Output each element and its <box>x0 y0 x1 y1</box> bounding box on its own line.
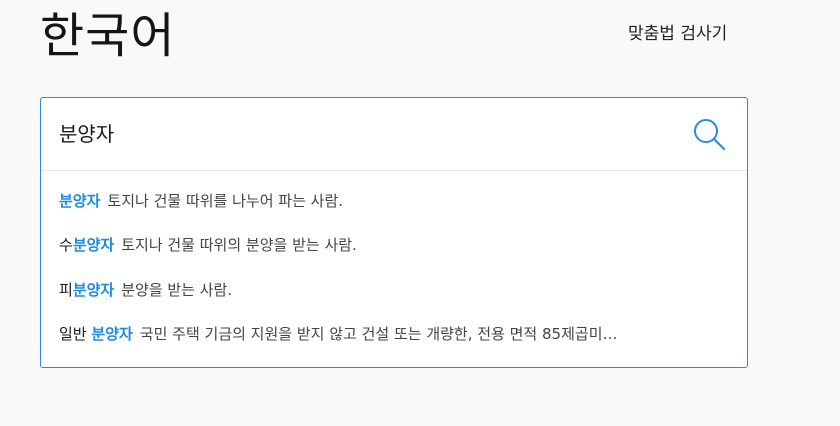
search-button[interactable] <box>691 116 727 152</box>
search-row <box>41 98 747 171</box>
suggestion-highlight: 분양자 <box>91 325 133 343</box>
suggestion-item[interactable]: 수분양자 토지나 건물 따위의 분양을 받는 사람. <box>41 223 747 268</box>
suggestion-prefix: 수 <box>59 236 73 254</box>
suggestion-highlight: 분양자 <box>72 236 115 254</box>
suggestion-term: 피분양자 <box>59 281 114 299</box>
suggestion-term: 일반 분양자 <box>59 325 133 343</box>
suggestion-item[interactable]: 일반 분양자 국민 주택 기금의 지원을 받지 않고 건설 또는 개량한, 전용 … <box>41 312 747 357</box>
suggestion-definition: 분양을 받는 사람. <box>121 280 233 299</box>
suggestion-term: 분양자 <box>59 192 100 210</box>
spellcheck-link[interactable]: 맞춤법 검사기 <box>628 22 727 46</box>
suggestion-prefix: 피 <box>59 280 73 299</box>
search-input[interactable] <box>59 112 659 152</box>
suggestion-prefix: 일반 <box>59 325 92 343</box>
suggestion-definition: 토지나 건물 따위의 분양을 받는 사람. <box>121 236 357 254</box>
suggestion-definition: 국민 주택 기금의 지원을 받지 않고 건설 또는 개량한, 전용 면적 85제… <box>139 325 618 343</box>
suggestion-item[interactable]: 분양자 토지나 건물 따위를 나누어 파는 사람. <box>41 171 747 223</box>
suggestion-definition: 토지나 건물 따위를 나누어 파는 사람. <box>107 192 344 210</box>
search-box: 분양자토지나 건물 따위를 나누어 파는 사람. 수분양자토지나 건물 따위의 … <box>40 97 748 368</box>
suggestion-highlight: 분양자 <box>72 280 115 299</box>
suggestion-item[interactable]: 피분양자 분양을 받는 사람. <box>41 268 747 313</box>
suggestion-term: 수분양자 <box>59 236 114 254</box>
suggestion-list: 분양자 토지나 건물 따위를 나누어 파는 사람. 수분양자 토지나 건물 따위의 … <box>41 171 747 357</box>
search-icon <box>694 119 725 150</box>
site-title[interactable]: 한국어 <box>40 4 175 68</box>
suggestion-highlight: 분양자 <box>59 192 101 210</box>
